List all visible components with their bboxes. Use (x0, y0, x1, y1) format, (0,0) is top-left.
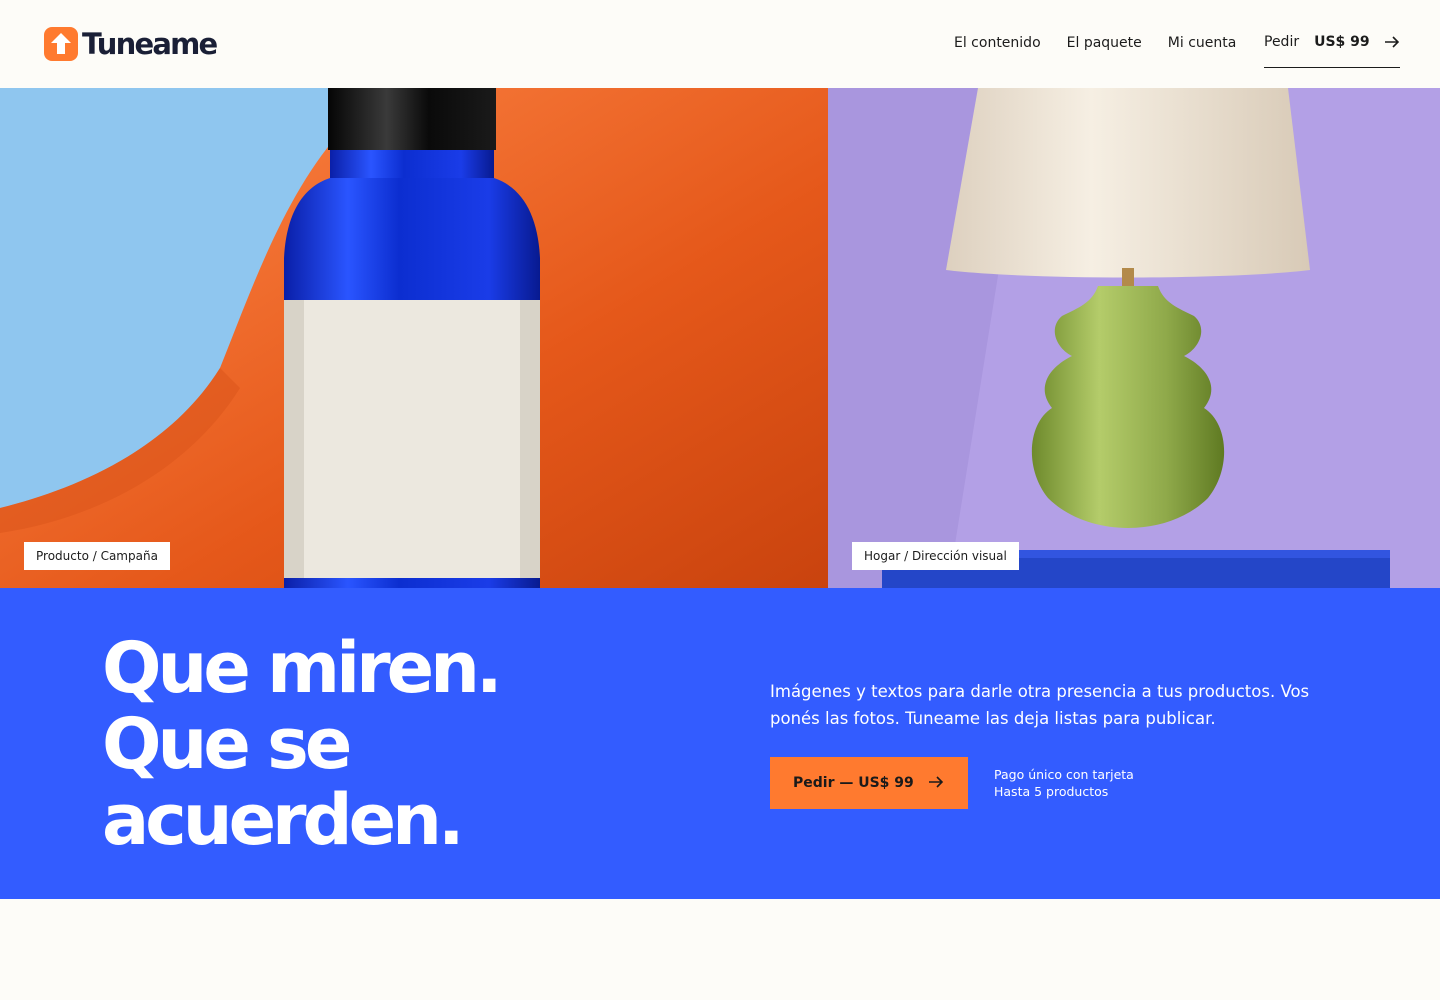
hero-headline: Que miren. Que se acuerden. (102, 627, 503, 861)
arrow-up-icon (44, 27, 78, 61)
order-button-label: Pedir — US$ 99 (793, 775, 914, 791)
arrow-right-icon (928, 775, 944, 793)
hero-description: Imágenes y textos para darle otra presen… (770, 682, 1310, 728)
product-image-bottle: Producto / Campaña (0, 88, 828, 588)
image-tag-hogar: Hogar / Dirección visual (852, 542, 1019, 570)
logo[interactable]: Tuneame (44, 27, 218, 61)
nav-item-contenido[interactable]: El contenido (954, 35, 1041, 51)
site-header: Tuneame El contenido El paquete Mi cuent… (0, 0, 1440, 88)
logo-text: Tuneame (82, 27, 218, 61)
bottle-illustration (0, 88, 828, 588)
note-payment: Pago único con tarjeta (994, 767, 1134, 782)
order-button-header[interactable]: Pedir US$ 99 (1264, 30, 1400, 68)
note-products: Hasta 5 productos (994, 784, 1109, 799)
headline-line-2: Que se (102, 703, 352, 785)
main-nav: El contenido El paquete Mi cuenta (954, 35, 1236, 51)
headline-line-1: Que miren. (102, 627, 503, 709)
lamp-illustration (828, 88, 1440, 588)
product-image-lamp: Hogar / Dirección visual (828, 88, 1440, 588)
hero-section: Que miren. Que se acuerden. Imágenes y t… (0, 588, 1440, 899)
nav-item-paquete[interactable]: El paquete (1067, 35, 1142, 51)
headline-line-3: acuerden. (102, 779, 465, 861)
page-continuation (0, 899, 1440, 1000)
purchase-notes: Pago único con tarjeta Hasta 5 productos (994, 766, 1134, 800)
order-label: Pedir (1264, 34, 1300, 50)
order-price: US$ 99 (1314, 34, 1370, 50)
order-button-main[interactable]: Pedir — US$ 99 (770, 757, 968, 809)
image-tag-producto: Producto / Campaña (24, 542, 170, 570)
arrow-right-icon (1384, 34, 1400, 53)
nav-item-cuenta[interactable]: Mi cuenta (1168, 35, 1237, 51)
